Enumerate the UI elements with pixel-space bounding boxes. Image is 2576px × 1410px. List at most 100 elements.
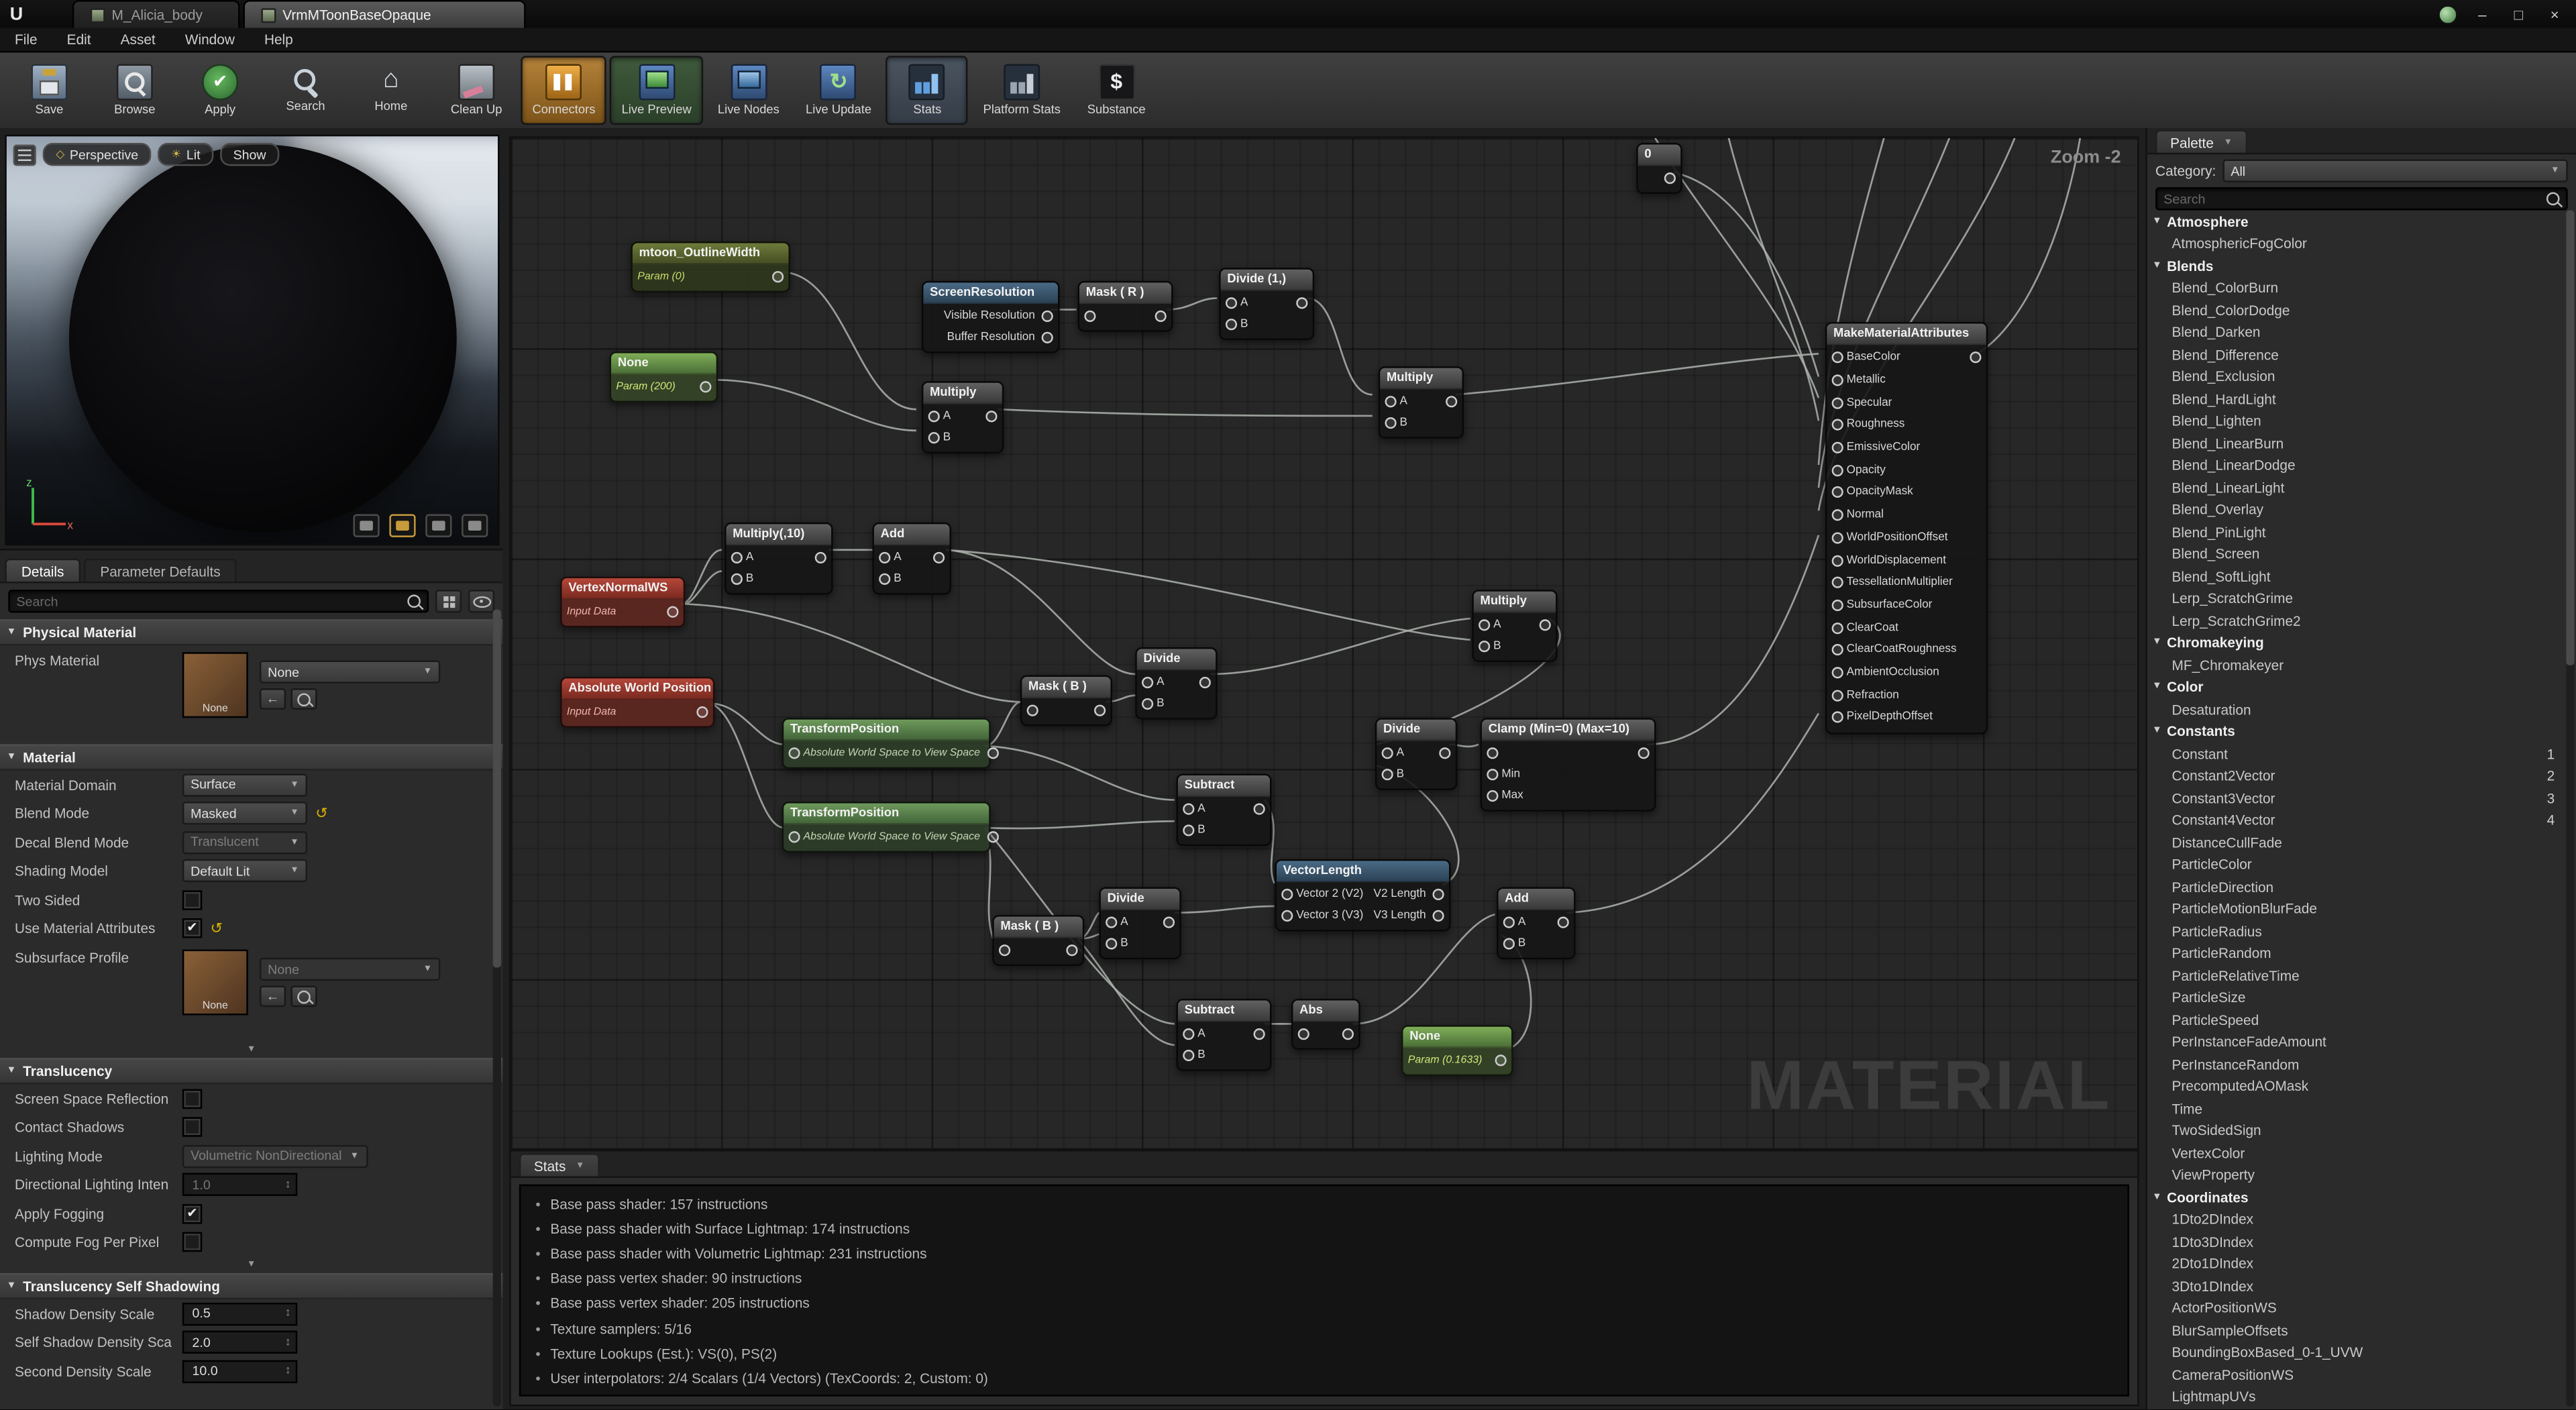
palette-item-blend-exclusion[interactable]: Blend_Exclusion xyxy=(2147,366,2565,388)
palette-item-particlerandom[interactable]: ParticleRandom xyxy=(2147,942,2565,964)
section-header[interactable]: ▼Material xyxy=(0,744,502,770)
output-pin[interactable] xyxy=(1638,747,1650,759)
use-selected-asset-button[interactable]: ← xyxy=(260,688,286,710)
asset-tab-vrmmtoonbaseopaque[interactable]: VrmMToonBaseOpaque xyxy=(243,0,525,28)
preview-viewport[interactable]: ◇Perspective☀LitShow z x xyxy=(5,135,499,545)
palette-group-blends[interactable]: ▼Blends xyxy=(2147,255,2565,277)
input-pin[interactable] xyxy=(1832,555,1843,566)
palette-item-distancecullfade[interactable]: DistanceCullFade xyxy=(2147,831,2565,853)
dropdown-lighting-mode[interactable]: Volumetric NonDirectional▼ xyxy=(182,1144,368,1167)
toolbar-home[interactable]: Home xyxy=(350,56,432,125)
palette-item-blend-colorburn[interactable]: Blend_ColorBurn xyxy=(2147,277,2565,299)
input-pin[interactable] xyxy=(1183,1028,1194,1040)
output-pin[interactable] xyxy=(815,552,826,563)
browse-to-asset-button[interactable] xyxy=(290,688,317,710)
input-pin[interactable] xyxy=(1487,790,1498,802)
graph-node-mask-r-3[interactable]: Mask ( R ) xyxy=(1078,281,1173,332)
input-pin[interactable] xyxy=(1487,769,1498,780)
input-pin[interactable] xyxy=(1382,747,1393,759)
palette-item-camerapositionws[interactable]: CameraPositionWS xyxy=(2147,1364,2565,1386)
palette-item-perinstancefadeamount[interactable]: PerInstanceFadeAmount xyxy=(2147,1031,2565,1053)
input-pin[interactable] xyxy=(1226,297,1237,309)
graph-node-divide-18[interactable]: DivideAB xyxy=(1375,718,1457,790)
toolbar-clean-up[interactable]: Clean Up xyxy=(435,56,517,125)
input-pin[interactable] xyxy=(1832,374,1843,386)
palette-item-blend-difference[interactable]: Blend_Difference xyxy=(2147,343,2565,366)
viewport-button-perspective[interactable]: ◇Perspective xyxy=(43,143,152,166)
section-header[interactable]: ▼Translucency xyxy=(0,1058,502,1084)
palette-scrollbar[interactable] xyxy=(2566,210,2574,1406)
browse-to-asset-button[interactable] xyxy=(290,985,317,1007)
output-pin[interactable] xyxy=(1296,297,1307,309)
reset-to-default-icon[interactable]: ↺ xyxy=(315,804,327,822)
palette-group-constants[interactable]: ▼Constants xyxy=(2147,720,2565,743)
output-pin[interactable] xyxy=(1540,619,1551,631)
input-pin[interactable] xyxy=(1832,487,1843,498)
toolbar-save[interactable]: Save xyxy=(8,56,90,125)
output-pin[interactable] xyxy=(1066,944,1077,956)
menu-edit[interactable]: Edit xyxy=(52,32,106,48)
input-pin[interactable] xyxy=(1385,417,1396,429)
section-expander-button[interactable]: ▼ xyxy=(0,1256,502,1272)
palette-item-blend-linearlight[interactable]: Blend_LinearLight xyxy=(2147,476,2565,498)
input-pin[interactable] xyxy=(928,411,940,422)
output-pin[interactable] xyxy=(1042,311,1053,322)
palette-item-particlecolor[interactable]: ParticleColor xyxy=(2147,853,2565,875)
palette-item-particlemotionblurfade[interactable]: ParticleMotionBlurFade xyxy=(2147,898,2565,920)
input-pin[interactable] xyxy=(1226,319,1237,330)
graph-node-multiply-10-8[interactable]: Multiply(,10)AB xyxy=(724,523,833,595)
graph-node-vectorlength-20[interactable]: VectorLengthVector 2 (V2)V2 LengthVector… xyxy=(1275,859,1450,932)
toolbar-substance[interactable]: Substance xyxy=(1075,56,1157,125)
viewport-button-lit[interactable]: ☀Lit xyxy=(158,143,214,166)
output-pin[interactable] xyxy=(667,606,678,618)
graph-node-divide-1-4[interactable]: Divide (1,)AB xyxy=(1219,268,1314,340)
toolbar-live-nodes[interactable]: Live Nodes xyxy=(706,56,791,125)
palette-item-lerp-scratchgrime2[interactable]: Lerp_ScratchGrime2 xyxy=(2147,610,2565,632)
palette-item-precomputedaomask[interactable]: PrecomputedAOMask xyxy=(2147,1075,2565,1097)
toolbar-connectors[interactable]: Connectors xyxy=(521,56,606,125)
graph-node-none-5[interactable]: NoneParam (200) xyxy=(610,351,718,402)
toolbar-search[interactable]: Search xyxy=(264,56,346,125)
graph-node-absolute-world-position-11[interactable]: Absolute World PositionInput Data xyxy=(560,677,714,728)
toolbar-browse[interactable]: Browse xyxy=(94,56,176,125)
asset-dropdown-phys-material[interactable]: None▼ xyxy=(260,660,440,683)
input-pin[interactable] xyxy=(1385,396,1396,407)
graph-node-mtoon-outlinewidth-1[interactable]: mtoon_OutlineWidthParam (0) xyxy=(631,241,790,292)
palette-item-blend-overlay[interactable]: Blend_Overlay xyxy=(2147,498,2565,521)
palette-item-blend-lineardodge[interactable]: Blend_LinearDodge xyxy=(2147,454,2565,476)
palette-item-twosidedsign[interactable]: TwoSidedSign xyxy=(2147,1120,2565,1142)
palette-item-lightmapuvs[interactable]: LightmapUVs xyxy=(2147,1386,2565,1408)
input-pin[interactable] xyxy=(789,747,800,759)
palette-item-particlesize[interactable]: ParticleSize xyxy=(2147,987,2565,1009)
graph-node-mask-b-21[interactable]: Mask ( B ) xyxy=(992,915,1084,966)
graph-node-none-26[interactable]: NoneParam (0.1633) xyxy=(1401,1025,1513,1076)
unreal-logo-icon[interactable]: U xyxy=(0,0,33,28)
input-pin[interactable] xyxy=(1832,622,1843,633)
graph-node-divide-22[interactable]: DivideAB xyxy=(1099,887,1181,959)
input-pin[interactable] xyxy=(1832,600,1843,611)
palette-item-particleradius[interactable]: ParticleRadius xyxy=(2147,920,2565,942)
dropdown-blend-mode[interactable]: Masked▼ xyxy=(182,802,307,825)
tab-palette[interactable]: Palette ▼ xyxy=(2155,129,2247,152)
graph-node-add-9[interactable]: AddAB xyxy=(872,523,951,595)
section-header[interactable]: ▼Translucency Self Shadowing xyxy=(0,1273,502,1299)
viewport-option-button-2[interactable] xyxy=(389,514,415,537)
menu-help[interactable]: Help xyxy=(250,32,308,48)
palette-group-atmosphere[interactable]: ▼Atmosphere xyxy=(2147,210,2565,232)
input-pin[interactable] xyxy=(1183,824,1194,836)
minimize-button[interactable]: – xyxy=(2471,6,2493,22)
input-pin[interactable] xyxy=(879,574,890,585)
input-pin[interactable] xyxy=(1832,532,1843,543)
tab-details[interactable]: Details xyxy=(5,559,80,582)
input-pin[interactable] xyxy=(1832,667,1843,678)
palette-item-boundingboxbased-0-1-uvw[interactable]: BoundingBoxBased_0-1_UVW xyxy=(2147,1342,2565,1364)
palette-group-chromakeying[interactable]: ▼Chromakeying xyxy=(2147,632,2565,654)
input-pin[interactable] xyxy=(1479,619,1490,631)
graph-node-multiply-6[interactable]: MultiplyAB xyxy=(1379,366,1464,439)
input-pin[interactable] xyxy=(1832,419,1843,431)
dropdown-material-domain[interactable]: Surface▼ xyxy=(182,773,307,796)
tab-stats[interactable]: Stats ▼ xyxy=(519,1153,600,1176)
input-pin[interactable] xyxy=(1281,910,1293,922)
output-pin[interactable] xyxy=(1254,804,1265,815)
category-dropdown[interactable]: All ▼ xyxy=(2222,160,2568,182)
